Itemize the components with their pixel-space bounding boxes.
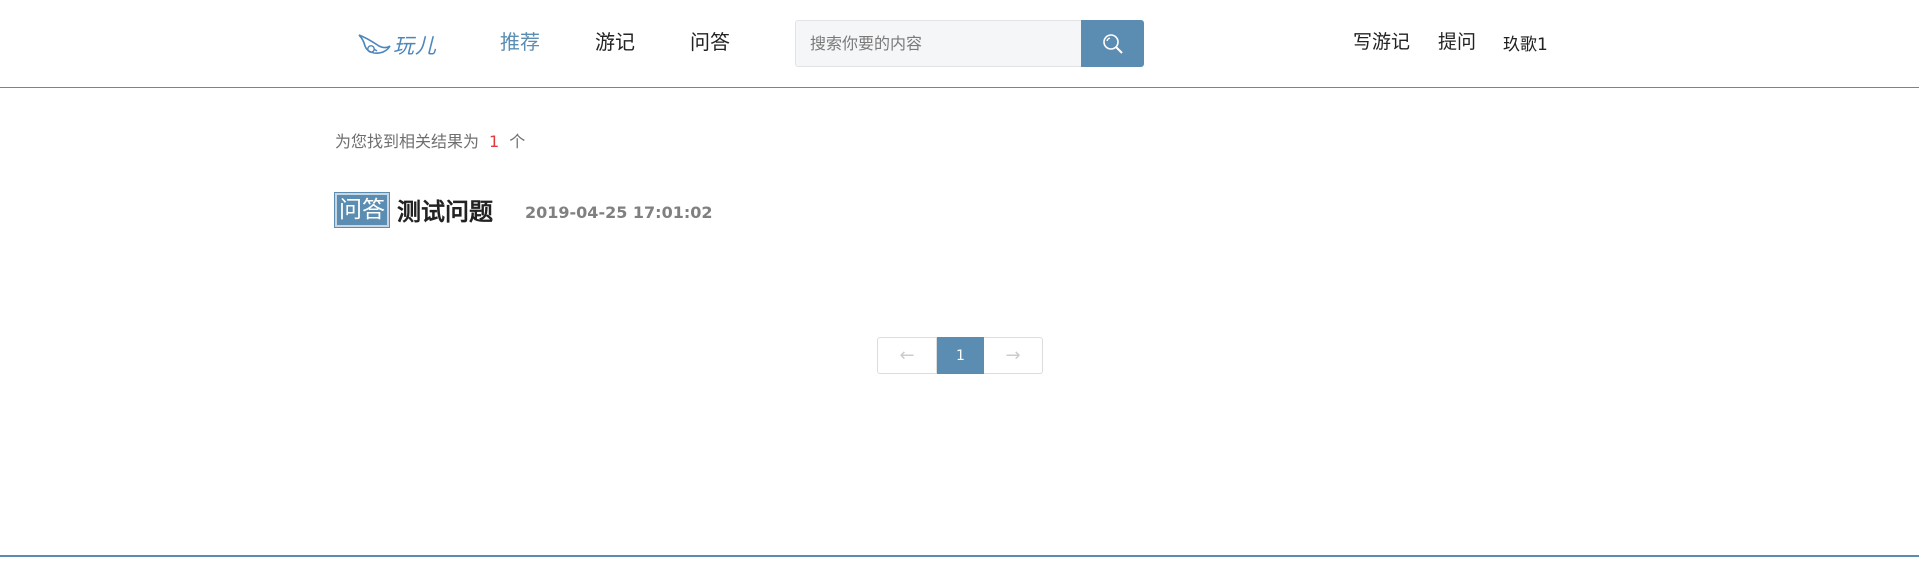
arrow-left-icon: ← — [899, 345, 915, 366]
arrow-right-icon: → — [1005, 345, 1021, 366]
search-icon — [1102, 33, 1123, 54]
search-input[interactable] — [795, 20, 1081, 67]
footer-divider — [0, 555, 1919, 557]
result-summary-prefix: 为您找到相关结果为 — [335, 132, 480, 151]
pagination: ← 1 → — [877, 337, 1043, 374]
page-number-button[interactable]: 1 — [937, 337, 984, 374]
nav-item-recommend[interactable]: 推荐 — [500, 26, 540, 55]
logo-text: 玩儿 — [393, 34, 437, 58]
site-logo[interactable]: 玩儿 — [357, 28, 437, 62]
result-summary-suffix: 个 — [509, 132, 526, 151]
result-type-tag: 问答 — [334, 191, 390, 228]
user-name-link[interactable]: 玖歌1 — [1503, 30, 1548, 55]
result-summary: 为您找到相关结果为 1 个 — [335, 128, 525, 152]
nav-item-travelogue[interactable]: 游记 — [595, 26, 635, 55]
result-title-link[interactable]: 测试问题 — [397, 192, 493, 227]
prev-page-button[interactable]: ← — [877, 337, 937, 374]
result-timestamp: 2019-04-25 17:01:02 — [525, 203, 713, 222]
search-button[interactable] — [1081, 20, 1144, 67]
bird-logo-icon — [358, 34, 391, 54]
nav-item-qa[interactable]: 问答 — [690, 26, 730, 55]
next-page-button[interactable]: → — [984, 337, 1043, 374]
search-bar — [795, 20, 1144, 67]
write-travelogue-link[interactable]: 写游记 — [1353, 27, 1410, 54]
result-count: 1 — [489, 132, 500, 151]
site-header: 玩儿 推荐 游记 问答 写游记 提问 玖歌1 — [0, 0, 1919, 88]
result-item: 问答 测试问题 2019-04-25 17:01:02 — [334, 191, 713, 228]
ask-question-link[interactable]: 提问 — [1438, 27, 1476, 54]
